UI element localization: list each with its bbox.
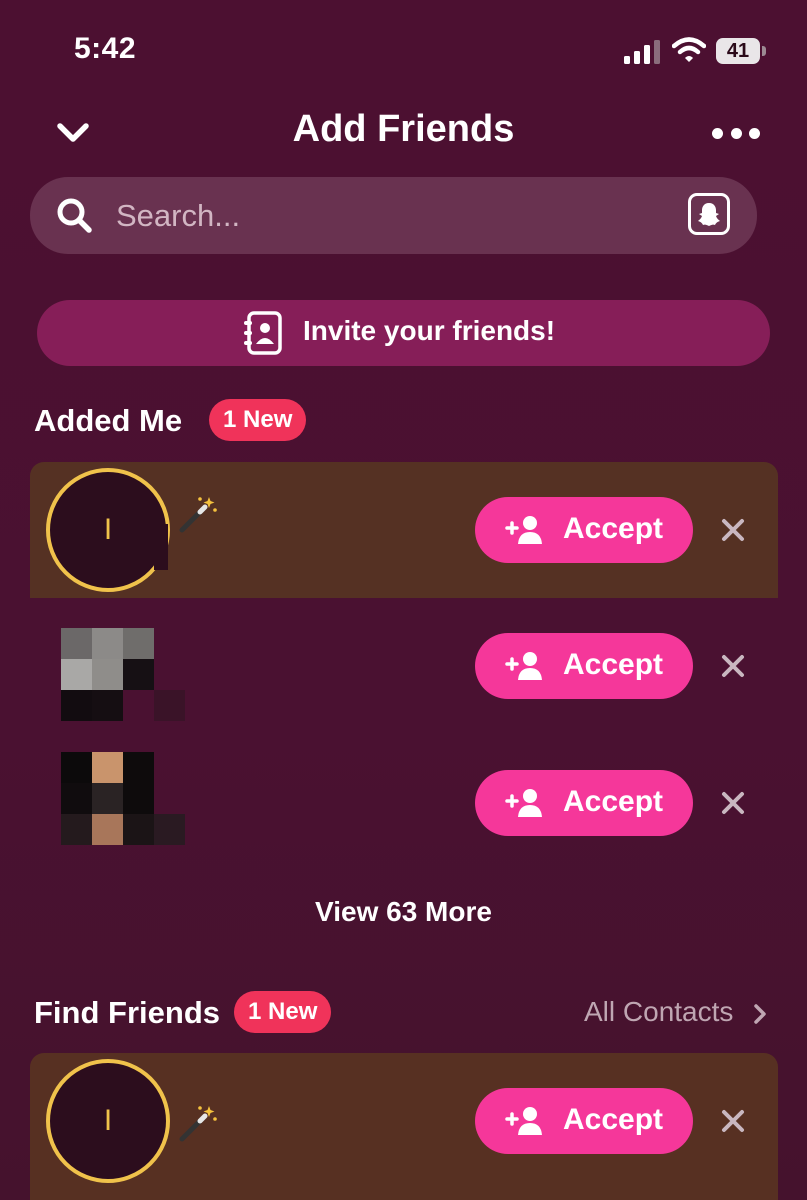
accept-button[interactable]: Accept [475, 633, 693, 699]
more-dots-icon [712, 127, 723, 139]
accept-label: Accept [563, 648, 664, 681]
added-me-row-2: Accept [30, 598, 778, 734]
close-icon[interactable] [719, 516, 747, 544]
avatar[interactable]: I [46, 1059, 170, 1183]
add-friend-icon [505, 652, 542, 680]
search-bar [30, 177, 757, 254]
add-friends-screen: 5:42 41 Add Friends Search... Invite you… [0, 0, 807, 1200]
search-icon [57, 198, 92, 233]
magic-wand-icon [179, 1106, 217, 1142]
view-more-button[interactable]: View 63 More [0, 896, 807, 928]
find-friends-new-badge: 1 New [234, 991, 332, 1033]
avatar-initial: I [103, 513, 113, 546]
added-me-row-3: Accept [30, 734, 778, 870]
accept-label: Accept [563, 785, 664, 818]
accept-label: Accept [563, 1103, 664, 1136]
all-contacts-link[interactable]: All Contacts [584, 996, 733, 1028]
chevron-right-icon[interactable] [752, 1003, 768, 1025]
more-options-button[interactable] [712, 116, 760, 150]
added-me-row-1: I Accept [30, 462, 778, 598]
avatar[interactable] [61, 752, 185, 845]
avatar-initial: I [103, 1104, 113, 1137]
find-friends-row-1: I Accept [30, 1053, 778, 1200]
avatar[interactable] [61, 628, 185, 721]
wifi-icon [672, 37, 706, 62]
close-icon[interactable] [719, 1107, 747, 1135]
snapcode-ghost-icon [698, 203, 720, 226]
battery-icon: 41 [716, 38, 766, 64]
snapcode-scan-button[interactable] [688, 193, 730, 235]
accept-button[interactable]: Accept [475, 770, 693, 836]
cellular-signal-icon [624, 40, 660, 64]
accept-label: Accept [563, 512, 664, 545]
contact-book-icon [244, 311, 282, 355]
add-friend-icon [505, 789, 542, 817]
accept-button[interactable]: Accept [475, 1088, 693, 1154]
close-icon[interactable] [719, 652, 747, 680]
added-me-heading: Added Me [34, 403, 183, 438]
add-friend-icon [505, 516, 542, 544]
close-icon[interactable] [719, 789, 747, 817]
invite-friends-label: Invite your friends! [303, 315, 556, 346]
added-me-new-badge: 1 New [209, 399, 307, 441]
status-bar: 5:42 41 [0, 0, 807, 100]
find-friends-heading: Find Friends [34, 995, 220, 1030]
search-input[interactable] [116, 191, 676, 241]
invite-friends-button[interactable]: Invite your friends! [37, 300, 770, 366]
add-friend-icon [505, 1107, 542, 1135]
accept-button[interactable]: Accept [475, 497, 693, 563]
status-time: 5:42 [74, 32, 137, 65]
page-title: Add Friends [292, 108, 515, 150]
battery-level: 41 [716, 38, 760, 64]
avatar[interactable]: I [46, 468, 170, 592]
magic-wand-icon [179, 497, 217, 533]
